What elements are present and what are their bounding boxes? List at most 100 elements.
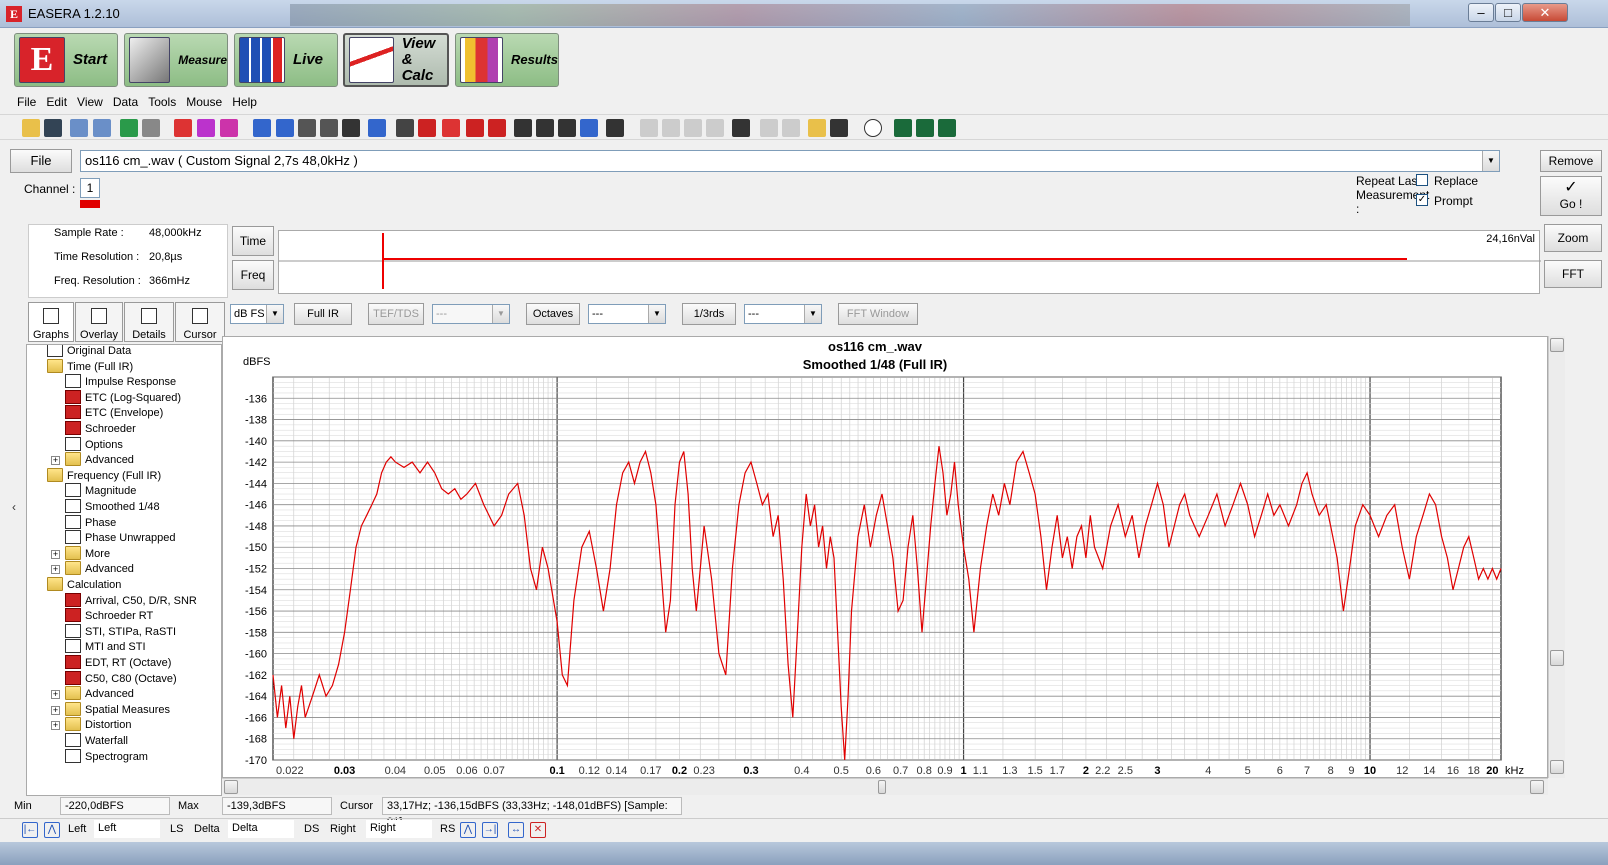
replace-checkbox[interactable] xyxy=(1416,174,1428,186)
chevron-down-icon[interactable]: ▼ xyxy=(804,305,821,323)
open-icon[interactable] xyxy=(22,119,40,137)
file-select[interactable]: os116 cm_.wav ( Custom Signal 2,7s 48,0k… xyxy=(80,150,1500,172)
thirds-button[interactable]: 1/3rds xyxy=(682,303,736,325)
menu-edit[interactable]: Edit xyxy=(41,92,72,112)
tree-item[interactable]: EDT, RT (Octave) xyxy=(65,655,171,671)
channel-selector[interactable]: 1 xyxy=(80,178,100,198)
menu-file[interactable]: File xyxy=(12,92,41,112)
right-cursor-icon[interactable]: →| xyxy=(482,822,498,838)
prompt-checkbox[interactable]: ✓ xyxy=(1416,194,1428,206)
unit-select[interactable]: dB FS ▼ xyxy=(230,304,284,324)
tree-item[interactable]: Phase Unwrapped xyxy=(65,530,176,546)
undo-all-icon[interactable] xyxy=(662,119,680,137)
tree-item[interactable]: Frequency (Full IR) xyxy=(47,467,161,484)
freq-button[interactable]: Freq xyxy=(232,260,274,290)
vertical-scrollbar[interactable] xyxy=(1548,336,1565,778)
time-button[interactable]: Time xyxy=(232,226,274,256)
tree-item[interactable]: Arrival, C50, D/R, SNR xyxy=(65,592,197,609)
menu-mouse[interactable]: Mouse xyxy=(181,92,227,112)
resize-icon[interactable] xyxy=(320,119,338,137)
chevron-down-icon[interactable]: ▼ xyxy=(648,305,665,323)
tree-item[interactable]: Impulse Response xyxy=(65,374,176,390)
play-icon[interactable] xyxy=(894,119,912,137)
wave-multi-icon[interactable] xyxy=(220,119,238,137)
keep-icon[interactable] xyxy=(442,119,460,137)
tree-item[interactable]: Schroeder RT xyxy=(65,608,153,624)
mode-results-button[interactable]: Results xyxy=(455,33,559,87)
tree-expand-icon[interactable]: + xyxy=(51,705,60,715)
menu-view[interactable]: View xyxy=(72,92,108,112)
menu-data[interactable]: Data xyxy=(108,92,143,112)
tree-item[interactable]: MTI and STI xyxy=(65,639,146,655)
thirds-select[interactable]: --- ▼ xyxy=(744,304,822,324)
octaves-button[interactable]: Octaves xyxy=(526,303,580,325)
peak-icon[interactable] xyxy=(606,119,624,137)
tree-item[interactable]: Phase xyxy=(65,514,116,531)
wave-purple-icon[interactable] xyxy=(197,119,215,137)
zoom-fit-icon[interactable] xyxy=(276,119,294,137)
link-cursors-icon[interactable]: ↔ xyxy=(508,822,524,838)
redo-icon[interactable] xyxy=(684,119,702,137)
tree-expand-icon[interactable]: + xyxy=(51,549,60,559)
remove-button[interactable]: Remove xyxy=(1540,150,1602,172)
tree-item[interactable]: Smoothed 1/48 xyxy=(65,499,160,515)
tab-overlay[interactable]: Overlay xyxy=(75,302,123,342)
zoom-button[interactable]: Zoom xyxy=(1544,224,1602,252)
tree-item[interactable]: Magnitude xyxy=(65,483,136,499)
scroll-left-icon[interactable] xyxy=(224,780,238,794)
tree-item[interactable]: Original Data xyxy=(47,345,131,359)
chevron-down-icon[interactable]: ▼ xyxy=(1482,151,1499,171)
frequency-graph[interactable]: -136 -138 -140 -142 -144 -146 -148 -150 -152 -154… xyxy=(222,336,1548,778)
chevron-down-icon[interactable]: ▼ xyxy=(492,305,509,323)
zoom-x-icon[interactable] xyxy=(253,119,271,137)
tree-item[interactable]: Waterfall xyxy=(65,733,128,749)
tab-cursor[interactable]: Cursor xyxy=(175,302,225,342)
tef-select[interactable]: --- ▼ xyxy=(432,304,510,324)
tab-details[interactable]: Details xyxy=(124,302,174,342)
tree-item[interactable]: Distortion xyxy=(65,717,131,733)
octaves-select[interactable]: --- ▼ xyxy=(588,304,666,324)
tree-item[interactable]: More xyxy=(65,545,110,562)
mode-start-button[interactable]: E Start xyxy=(14,33,118,87)
edit-icon[interactable] xyxy=(732,119,750,137)
mode-live-button[interactable]: Live xyxy=(234,33,338,87)
vertical-arrows-icon[interactable] xyxy=(536,119,554,137)
horizontal-scroll-thumb[interactable] xyxy=(878,780,886,794)
chevron-down-icon[interactable]: ▼ xyxy=(266,305,283,323)
vertical-scroll-thumb[interactable] xyxy=(1550,650,1564,666)
mode-measure-button[interactable]: Measure xyxy=(124,33,228,87)
function-alt-icon[interactable] xyxy=(782,119,800,137)
tree-item[interactable]: Spatial Measures xyxy=(65,701,170,718)
window-icon[interactable] xyxy=(396,119,414,137)
refresh-icon[interactable] xyxy=(120,119,138,137)
delete-icon[interactable] xyxy=(418,119,436,137)
overlay-icon[interactable] xyxy=(466,119,484,137)
tree-item[interactable]: Schroeder xyxy=(65,421,136,437)
tef-tds-button[interactable]: TEF/TDS xyxy=(368,303,424,325)
close-icon[interactable]: ✕ xyxy=(1522,3,1568,22)
cursor-add-icon[interactable] xyxy=(580,119,598,137)
stop-icon[interactable] xyxy=(938,119,956,137)
right-value[interactable]: Right xyxy=(366,820,432,838)
copy-icon[interactable] xyxy=(830,119,848,137)
tree-item[interactable]: STI, STIPa, RaSTI xyxy=(65,623,176,640)
left-value[interactable]: Left xyxy=(94,820,160,838)
horizontal-scrollbar[interactable] xyxy=(222,778,1548,795)
delta-value[interactable]: Delta xyxy=(228,820,294,838)
menu-tools[interactable]: Tools xyxy=(143,92,181,112)
save-icon[interactable] xyxy=(44,119,62,137)
minimize-icon[interactable]: – xyxy=(1468,3,1494,22)
tree-item[interactable]: Options xyxy=(65,436,123,453)
left-peak-icon[interactable]: ⋀ xyxy=(44,822,60,838)
settings-icon[interactable] xyxy=(808,119,826,137)
redo-all-icon[interactable] xyxy=(706,119,724,137)
tree-item[interactable]: C50, C80 (Octave) xyxy=(65,670,177,687)
tree-item[interactable]: Time (Full IR) xyxy=(47,358,133,375)
move-icon[interactable] xyxy=(514,119,532,137)
save-all-icon[interactable] xyxy=(70,119,88,137)
right-peak-icon[interactable]: ⋀ xyxy=(460,822,476,838)
full-ir-button[interactable]: Full IR xyxy=(294,303,352,325)
tree-item[interactable]: Advanced xyxy=(65,452,134,468)
scroll-up-icon[interactable] xyxy=(1550,338,1564,352)
scroll-down-icon[interactable] xyxy=(1550,760,1564,774)
